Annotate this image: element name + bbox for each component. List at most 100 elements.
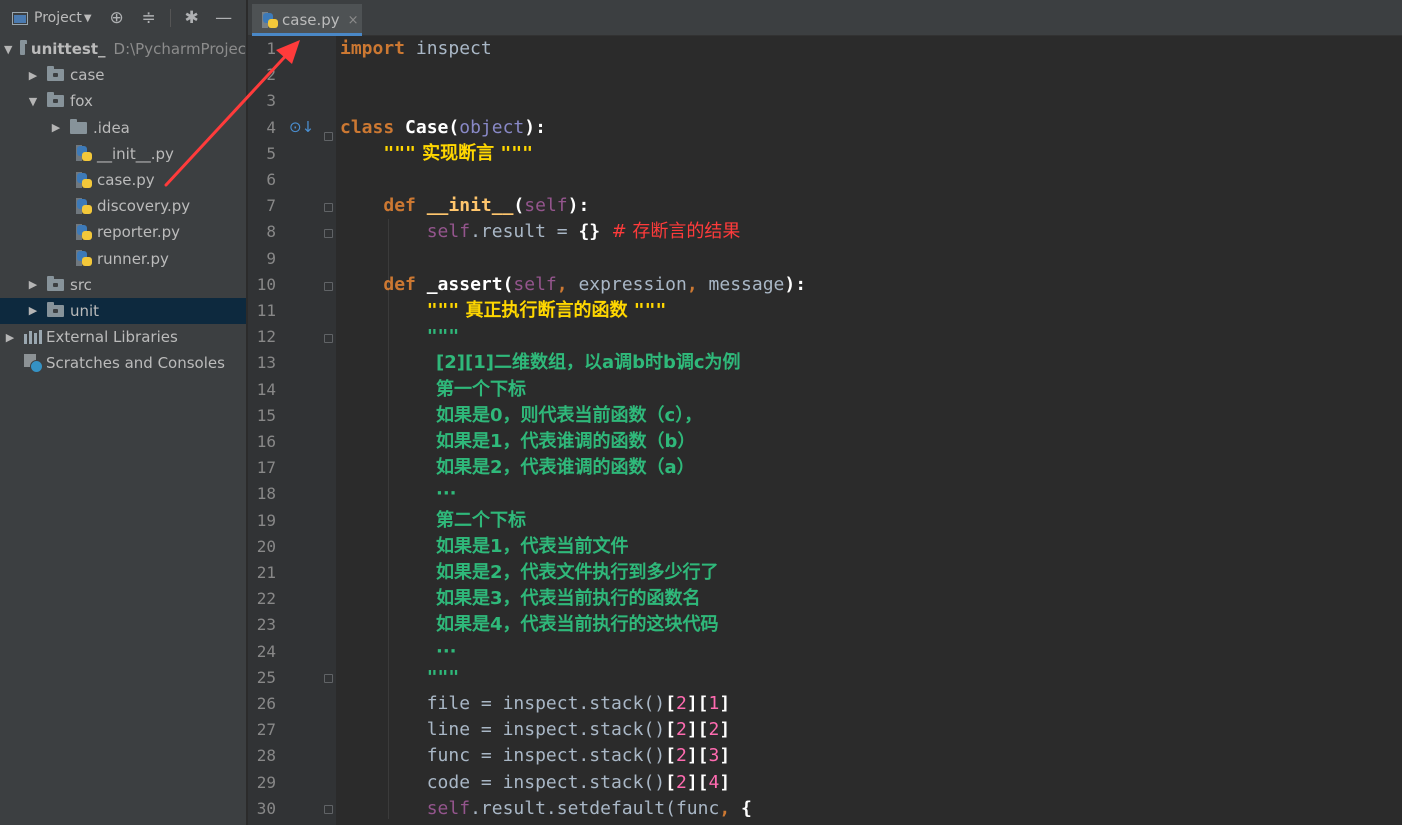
expand-arrow-icon[interactable]: ▼ bbox=[27, 95, 39, 108]
close-icon[interactable]: × bbox=[348, 13, 359, 28]
project-view-icon bbox=[12, 11, 28, 25]
tree-item-scratches[interactable]: Scratches and Consoles bbox=[0, 350, 246, 376]
punct: [ bbox=[665, 693, 676, 714]
punct: {} bbox=[578, 221, 601, 243]
punct: ): bbox=[567, 195, 590, 217]
fold-marker-icon[interactable] bbox=[324, 203, 333, 212]
tree-item-runner-py[interactable]: runner.py bbox=[0, 246, 246, 272]
code-text: .result = bbox=[470, 221, 579, 243]
code-line-18: ··· bbox=[436, 481, 457, 507]
line-number: 25 bbox=[256, 667, 276, 687]
tree-item-reporter-py[interactable]: reporter.py bbox=[0, 219, 246, 245]
code-editor[interactable]: import inspect class Case(object): """ 实… bbox=[336, 36, 1402, 825]
tree-item-label: src bbox=[70, 275, 92, 294]
keyword: def bbox=[383, 195, 416, 217]
code-line-22: 如果是3，代表当前执行的函数名 bbox=[436, 586, 701, 612]
fold-marker-icon[interactable] bbox=[324, 334, 333, 343]
function-name: __init__ bbox=[426, 195, 514, 217]
tree-item-external-libraries[interactable]: ▶ External Libraries bbox=[0, 324, 246, 350]
locate-icon[interactable]: ⊕ bbox=[106, 7, 128, 29]
fold-marker-icon[interactable] bbox=[324, 229, 333, 238]
tree-item-idea[interactable]: ▶ .idea bbox=[0, 115, 246, 141]
line-number: 18 bbox=[256, 484, 276, 504]
collapse-arrow-icon[interactable]: ▶ bbox=[27, 278, 39, 291]
collapse-all-icon[interactable]: ≑ bbox=[138, 7, 160, 29]
variable: func bbox=[426, 745, 471, 767]
tree-item-unit[interactable]: ▶ unit bbox=[0, 297, 246, 325]
punct: [ bbox=[665, 771, 676, 793]
code-line-16: 如果是1，代表谁调的函数（b） bbox=[436, 429, 695, 455]
keyword: import bbox=[340, 38, 406, 59]
docstring: ··· bbox=[436, 640, 457, 662]
code-line-17: 如果是2，代表谁调的函数（a） bbox=[436, 455, 695, 481]
tree-item-fox[interactable]: ▼ fox bbox=[0, 88, 246, 114]
tree-item-init-py[interactable]: __init__.py bbox=[0, 141, 246, 167]
punct: ( bbox=[513, 195, 525, 217]
folder-icon bbox=[20, 40, 29, 56]
punct: , bbox=[719, 797, 741, 819]
punct: [ bbox=[665, 745, 676, 767]
docstring: 如果是4，代表当前执行的这块代码 bbox=[436, 614, 719, 636]
docstring: 如果是2，代表文件执行到多少行了 bbox=[436, 562, 719, 583]
tree-item-label: Scratches and Consoles bbox=[46, 354, 225, 373]
punct: [ bbox=[697, 745, 709, 767]
tree-item-case[interactable]: ▶ case bbox=[0, 62, 246, 88]
collapse-arrow-icon[interactable]: ▶ bbox=[27, 69, 39, 82]
code-line-5: """ 实现断言 """ bbox=[340, 141, 533, 167]
hide-panel-icon[interactable]: — bbox=[213, 7, 235, 29]
folder-icon bbox=[47, 92, 64, 108]
line-number: 2 bbox=[266, 65, 276, 85]
operator: = bbox=[470, 745, 503, 767]
tree-item-src[interactable]: ▶ src bbox=[0, 272, 246, 298]
line-number: 24 bbox=[256, 641, 276, 661]
code-line-26: file = inspect.stack()[2][1] bbox=[340, 691, 731, 717]
tree-item-discovery-py[interactable]: discovery.py bbox=[0, 193, 246, 219]
code-line-15: 如果是0，则代表当前函数（c）， bbox=[436, 403, 702, 429]
python-file-icon bbox=[76, 145, 92, 162]
collapse-arrow-icon[interactable]: ▶ bbox=[27, 304, 39, 317]
code-line-11: """ 真正执行断言的函数 """ bbox=[340, 298, 667, 324]
punct: ] bbox=[719, 693, 731, 714]
gear-icon[interactable]: ✱ bbox=[181, 7, 203, 29]
tree-item-label: External Libraries bbox=[46, 328, 178, 347]
self-keyword: self bbox=[426, 221, 471, 243]
folder-icon bbox=[70, 118, 87, 134]
line-number: 28 bbox=[256, 746, 276, 766]
project-tree: ▼ unittest_ D:\PycharmProjec ▶ case ▼ fo… bbox=[0, 36, 246, 376]
editor-gutter[interactable]: 1 2 3 4 5 6 7 8 9 10 11 12 13 14 15 16 17 18 19 20 21 22 23 24 2… bbox=[248, 36, 336, 825]
collapse-arrow-icon[interactable]: ▶ bbox=[4, 331, 16, 344]
builtin: object bbox=[459, 116, 525, 138]
tree-item-case-py[interactable]: case.py bbox=[0, 167, 246, 193]
code-line-23: 如果是4，代表当前执行的这块代码 bbox=[436, 612, 719, 638]
punct: [ bbox=[697, 719, 709, 741]
fold-marker-icon[interactable] bbox=[324, 674, 333, 683]
scratch-icon bbox=[24, 354, 43, 374]
punct: { bbox=[741, 797, 752, 819]
fold-marker-icon[interactable] bbox=[324, 282, 333, 291]
tree-item-label: case.py bbox=[97, 171, 155, 190]
docstring: """ bbox=[426, 326, 460, 348]
expand-arrow-icon[interactable]: ▼ bbox=[4, 43, 12, 56]
docstring-quote: """ bbox=[633, 300, 667, 321]
tab-case-py[interactable]: case.py × bbox=[252, 4, 362, 36]
punct: [ bbox=[665, 719, 676, 741]
docstring-quote: """ bbox=[500, 142, 533, 164]
fold-marker-icon[interactable] bbox=[324, 805, 333, 814]
docstring: 如果是2，代表谁调的函数（a） bbox=[436, 457, 695, 479]
override-marker-icon[interactable]: ⊙↓ bbox=[289, 118, 314, 136]
chevron-down-icon[interactable]: ▼ bbox=[84, 13, 92, 24]
collapse-arrow-icon[interactable]: ▶ bbox=[50, 121, 62, 134]
variable: line bbox=[426, 719, 471, 741]
code-line-4: class Case(object): bbox=[340, 115, 546, 141]
call: inspect.stack() bbox=[502, 719, 666, 741]
tree-item-unittest[interactable]: ▼ unittest_ D:\PycharmProjec bbox=[0, 36, 246, 62]
panel-title[interactable]: Project bbox=[34, 10, 82, 26]
fold-marker-icon[interactable] bbox=[324, 132, 333, 141]
code-line-1: import inspect bbox=[340, 36, 492, 62]
punct: ] bbox=[686, 771, 698, 793]
docstring: 如果是1，代表谁调的函数（b） bbox=[436, 431, 696, 452]
header-separator bbox=[169, 9, 171, 27]
tree-item-label: fox bbox=[70, 92, 93, 111]
tree-item-label: .idea bbox=[93, 118, 130, 137]
code-line-24: ··· bbox=[436, 639, 457, 665]
